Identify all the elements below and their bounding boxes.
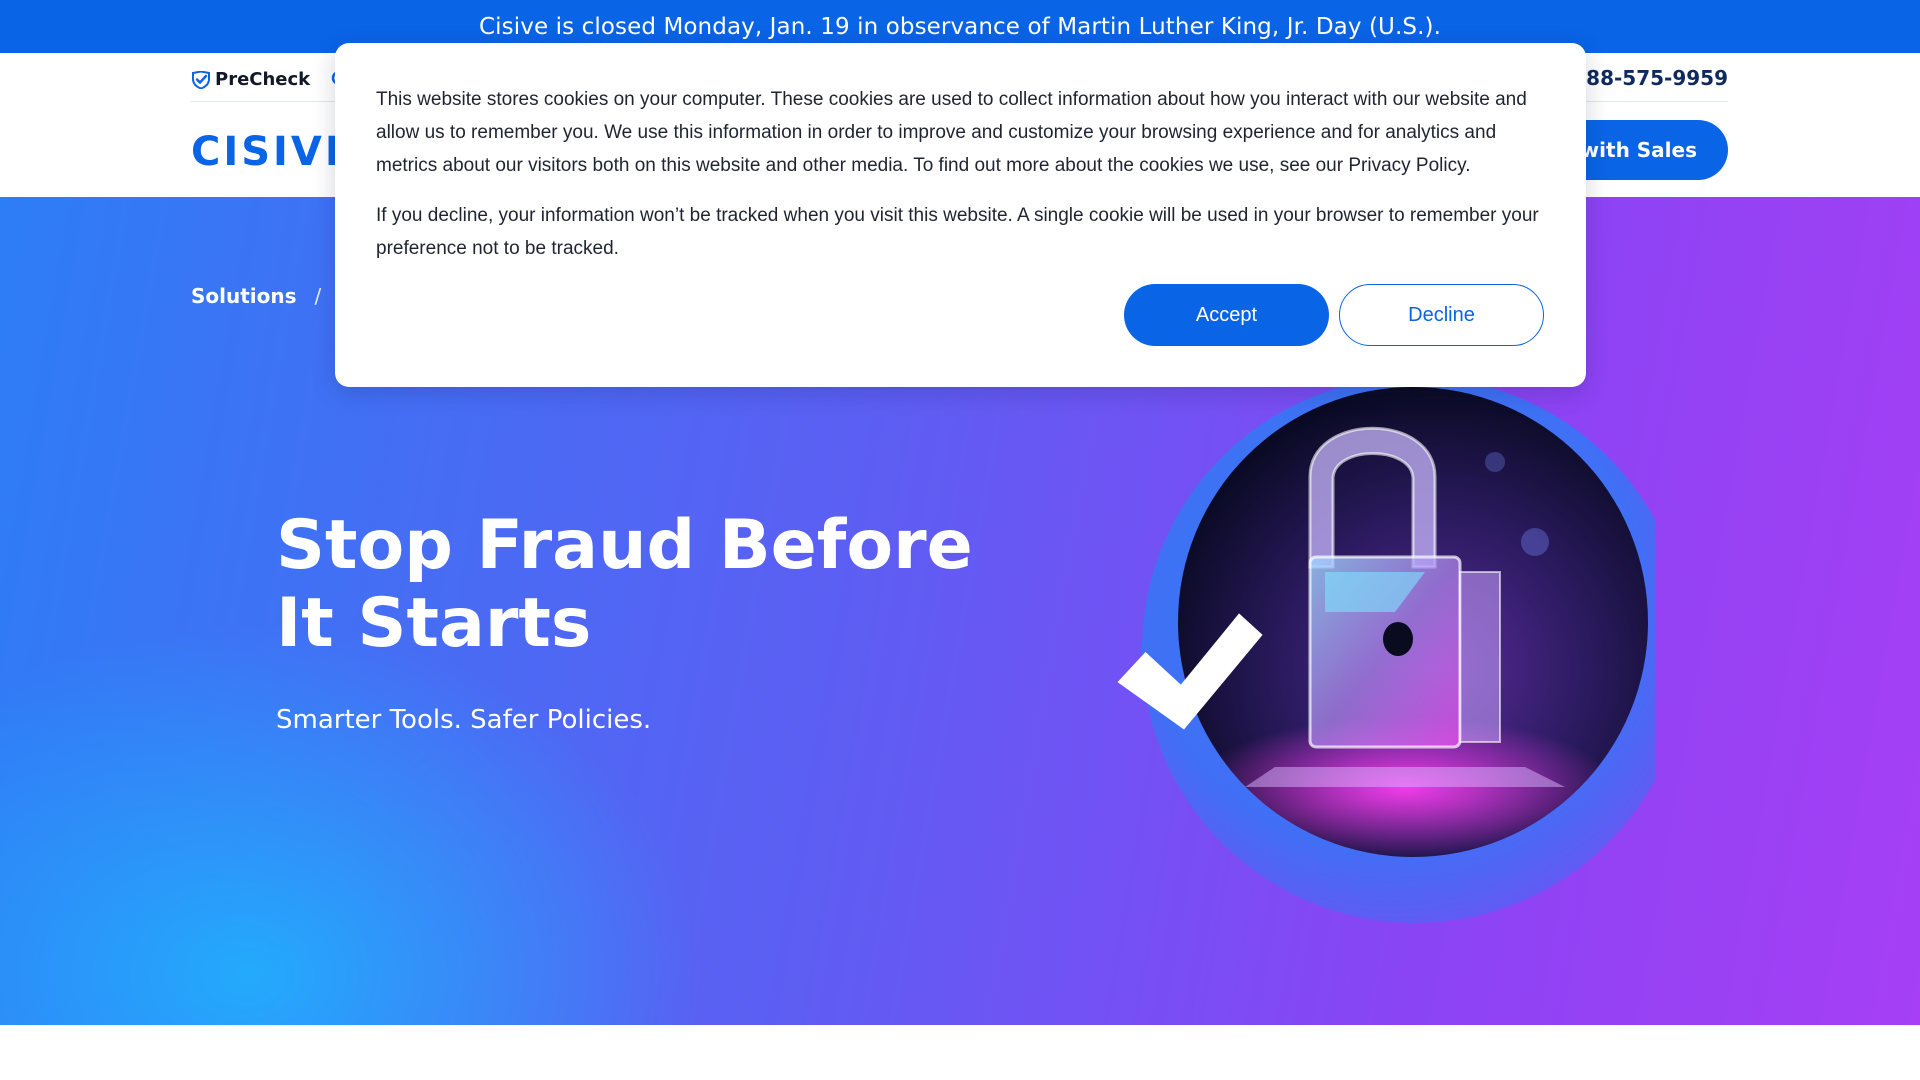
padlock-checkmark-illustration <box>1117 377 1655 923</box>
phone-link[interactable]: 888-575-9959 <box>1572 66 1728 90</box>
cookie-consent-dialog: This website stores cookies on your comp… <box>335 43 1586 387</box>
accept-button[interactable]: Accept <box>1124 284 1329 346</box>
cookie-actions: Accept Decline <box>1124 284 1544 346</box>
precheck-label: PreCheck <box>215 69 311 90</box>
hero-title: Stop Fraud Before It Starts <box>276 506 973 663</box>
cisive-logo[interactable]: CISIVE <box>191 129 355 175</box>
breadcrumb-solutions[interactable]: Solutions <box>191 284 297 308</box>
announcement-text: Cisive is closed Monday, Jan. 19 in obse… <box>479 13 1441 40</box>
cookie-paragraph-2: If you decline, your information won’t b… <box>376 205 1539 259</box>
precheck-link[interactable]: PreCheck <box>191 69 310 90</box>
check-shield-icon <box>192 70 210 89</box>
breadcrumb-separator: / <box>314 284 322 308</box>
decline-button[interactable]: Decline <box>1339 284 1544 346</box>
cookie-paragraph-1: This website stores cookies on your comp… <box>376 89 1527 176</box>
hero-subtitle: Smarter Tools. Safer Policies. <box>276 705 652 735</box>
